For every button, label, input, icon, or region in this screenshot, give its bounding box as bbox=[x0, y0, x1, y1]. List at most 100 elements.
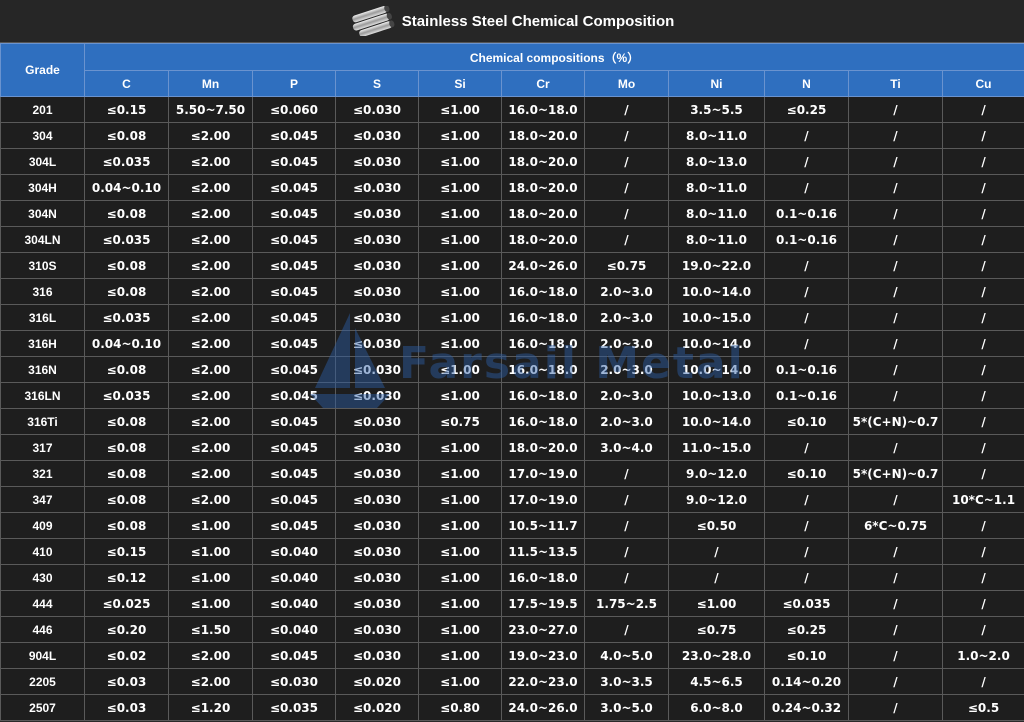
cell-ti: / bbox=[848, 616, 943, 643]
cell-cu: / bbox=[941, 382, 1024, 409]
cell-mo: / bbox=[584, 174, 669, 201]
grade-cell: 410 bbox=[0, 538, 85, 565]
cell-ni: 9.0~12.0 bbox=[668, 486, 765, 513]
cell-c: ≤0.025 bbox=[84, 590, 169, 617]
cell-si: ≤1.00 bbox=[418, 434, 502, 461]
chemical-compositions-header: Chemical compositions（%） bbox=[83, 43, 1024, 71]
cell-mo: / bbox=[584, 460, 669, 487]
cell-mo: / bbox=[584, 486, 669, 513]
cell-s: ≤0.030 bbox=[335, 538, 419, 565]
cell-cu: / bbox=[941, 460, 1024, 487]
cell-ti: / bbox=[848, 96, 943, 123]
element-header-mo: Mo bbox=[584, 70, 669, 97]
cell-ti: / bbox=[848, 200, 943, 227]
cell-cr: 10.5~11.7 bbox=[501, 512, 585, 539]
cell-c: ≤0.08 bbox=[84, 460, 169, 487]
cell-mo: / bbox=[584, 226, 669, 253]
cell-si: ≤1.00 bbox=[418, 564, 502, 591]
cell-ti: / bbox=[848, 148, 943, 175]
cell-n: 0.1~0.16 bbox=[764, 226, 849, 253]
cell-mn: ≤1.00 bbox=[168, 512, 253, 539]
table-row: 316 ≤0.08 ≤2.00 ≤0.045 ≤0.030 ≤1.00 16.0~18.0 2… bbox=[0, 278, 1024, 305]
cell-s: ≤0.030 bbox=[335, 460, 419, 487]
cell-s: ≤0.030 bbox=[335, 330, 419, 357]
cell-c: ≤0.035 bbox=[84, 304, 169, 331]
cell-ti: / bbox=[848, 694, 943, 721]
cell-mn: ≤2.00 bbox=[168, 408, 253, 435]
cell-mo: 3.0~5.0 bbox=[584, 694, 669, 721]
title-bar: Stainless Steel Chemical Composition bbox=[0, 0, 1024, 43]
cell-ti: / bbox=[848, 590, 943, 617]
cell-si: ≤1.00 bbox=[418, 96, 502, 123]
cell-c: ≤0.08 bbox=[84, 408, 169, 435]
cell-si: ≤1.00 bbox=[418, 382, 502, 409]
element-header-p: P bbox=[252, 70, 336, 97]
cell-p: ≤0.045 bbox=[252, 200, 336, 227]
cell-n: ≤0.10 bbox=[764, 408, 849, 435]
cell-n: / bbox=[764, 564, 849, 591]
cell-ti: / bbox=[848, 642, 943, 669]
table-row: 444 ≤0.025 ≤1.00 ≤0.040 ≤0.030 ≤1.00 17.5~19.5… bbox=[0, 590, 1024, 617]
cell-n: / bbox=[764, 434, 849, 461]
cell-p: ≤0.045 bbox=[252, 252, 336, 279]
cell-mn: ≤2.00 bbox=[168, 668, 253, 695]
page-title: Stainless Steel Chemical Composition bbox=[401, 12, 675, 30]
cell-p: ≤0.045 bbox=[252, 460, 336, 487]
cell-mn: ≤2.00 bbox=[168, 304, 253, 331]
cell-mn: ≤2.00 bbox=[168, 174, 253, 201]
cell-mn: ≤2.00 bbox=[168, 460, 253, 487]
grade-cell: 304H bbox=[0, 174, 85, 201]
table-row: 316H 0.04~0.10 ≤2.00 ≤0.045 ≤0.030 ≤1.00 16.0~… bbox=[0, 330, 1024, 357]
table-row: 316Ti ≤0.08 ≤2.00 ≤0.045 ≤0.030 ≤0.75 16.0~18.… bbox=[0, 408, 1024, 435]
cell-p: ≤0.045 bbox=[252, 434, 336, 461]
cell-c: 0.04~0.10 bbox=[84, 330, 169, 357]
cell-mn: ≤2.00 bbox=[168, 122, 253, 149]
cell-ti: 5*(C+N)~0.7 bbox=[848, 408, 943, 435]
element-header-mn: Mn bbox=[168, 70, 253, 97]
cell-cu: / bbox=[941, 512, 1024, 539]
cell-cu: / bbox=[941, 590, 1024, 617]
cell-p: ≤0.045 bbox=[252, 278, 336, 305]
cell-n: 0.14~0.20 bbox=[764, 668, 849, 695]
cell-mn: ≤2.00 bbox=[168, 200, 253, 227]
cell-c: 0.04~0.10 bbox=[84, 174, 169, 201]
cell-mo: / bbox=[584, 512, 669, 539]
cell-ti: 5*(C+N)~0.7 bbox=[848, 460, 943, 487]
cell-cu: / bbox=[941, 148, 1024, 175]
cell-cr: 24.0~26.0 bbox=[501, 252, 585, 279]
cell-s: ≤0.030 bbox=[335, 564, 419, 591]
grade-cell: 316N bbox=[0, 356, 85, 383]
cell-c: ≤0.15 bbox=[84, 96, 169, 123]
cell-si: ≤1.00 bbox=[418, 668, 502, 695]
cell-mo: / bbox=[584, 122, 669, 149]
cell-ni: ≤1.00 bbox=[668, 590, 765, 617]
cell-n: / bbox=[764, 252, 849, 279]
cell-c: ≤0.08 bbox=[84, 434, 169, 461]
cell-si: ≤1.00 bbox=[418, 200, 502, 227]
composition-table: Grade Chemical compositions（%） C Mn P S Si Cr… bbox=[0, 43, 1024, 721]
cell-ti: / bbox=[848, 330, 943, 357]
cell-p: ≤0.045 bbox=[252, 408, 336, 435]
cell-c: ≤0.03 bbox=[84, 668, 169, 695]
cell-ti: / bbox=[848, 174, 943, 201]
cell-si: ≤1.00 bbox=[418, 356, 502, 383]
element-header-ni: Ni bbox=[668, 70, 765, 97]
element-header-n: N bbox=[764, 70, 849, 97]
cell-cu: / bbox=[941, 200, 1024, 227]
cell-mo: 1.75~2.5 bbox=[584, 590, 669, 617]
cell-si: ≤1.00 bbox=[418, 304, 502, 331]
cell-mo: 2.0~3.0 bbox=[584, 304, 669, 331]
grade-cell: 317 bbox=[0, 434, 85, 461]
cell-c: ≤0.03 bbox=[84, 694, 169, 721]
cell-c: ≤0.035 bbox=[84, 226, 169, 253]
grade-cell: 316L bbox=[0, 304, 85, 331]
table-row: 304H 0.04~0.10 ≤2.00 ≤0.045 ≤0.030 ≤1.00 18.0~… bbox=[0, 174, 1024, 201]
cell-p: ≤0.045 bbox=[252, 486, 336, 513]
cell-ti: / bbox=[848, 486, 943, 513]
grade-cell: 409 bbox=[0, 512, 85, 539]
cell-p: ≤0.030 bbox=[252, 668, 336, 695]
table-row: 430 ≤0.12 ≤1.00 ≤0.040 ≤0.030 ≤1.00 16.0~18.0/… bbox=[0, 564, 1024, 591]
grade-cell: 316LN bbox=[0, 382, 85, 409]
cell-cr: 16.0~18.0 bbox=[501, 382, 585, 409]
cell-cr: 18.0~20.0 bbox=[501, 200, 585, 227]
